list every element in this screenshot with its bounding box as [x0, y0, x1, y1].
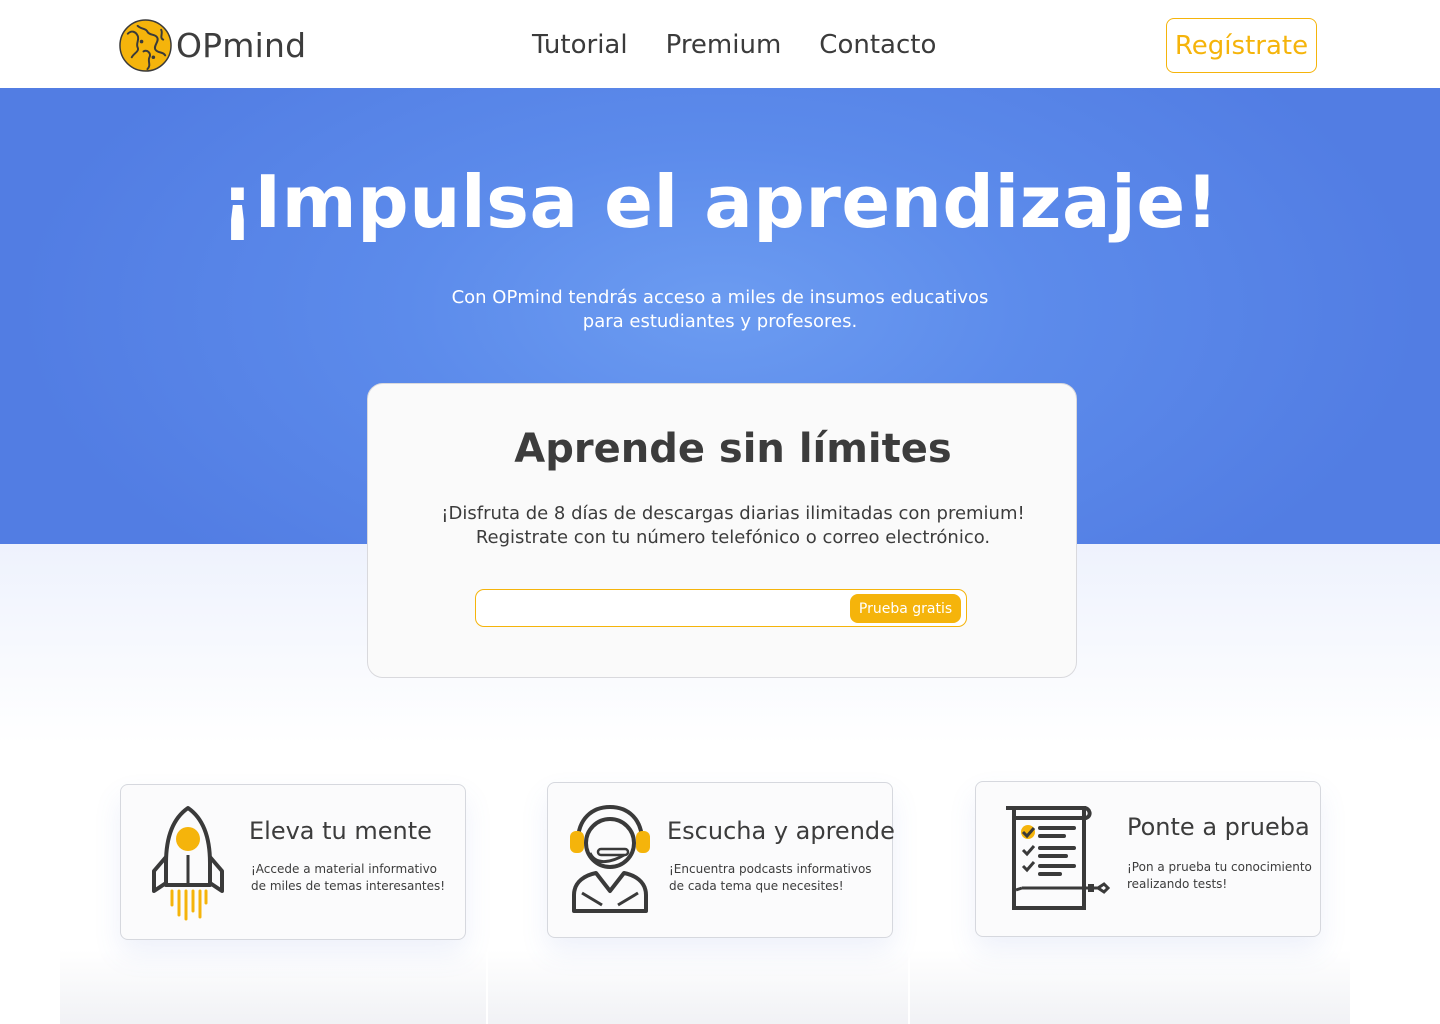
free-trial-button[interactable]: Prueba gratis: [850, 594, 961, 623]
register-button[interactable]: Regístrate: [1166, 18, 1317, 73]
nav-tutorial[interactable]: Tutorial: [532, 30, 628, 60]
feature-title-prueba: Ponte a prueba: [1127, 813, 1310, 841]
feature-text-prueba: ¡Pon a prueba tu conocimiento realizando…: [1127, 860, 1312, 891]
feature-glow-1: [60, 950, 486, 1024]
nav-premium[interactable]: Premium: [666, 30, 782, 60]
feature-glow-2: [488, 950, 908, 1024]
signup-input-group: Prueba gratis: [475, 589, 967, 627]
nav-contacto[interactable]: Contacto: [819, 30, 936, 60]
brand-logo[interactable]: OPmind: [118, 17, 306, 73]
rocket-icon: [152, 806, 224, 921]
feature-glow-3: [910, 950, 1350, 1024]
globe-icon: [119, 18, 172, 72]
brand-name: OPmind: [176, 25, 307, 65]
signup-line-2: Registrate con tu número telefónico o co…: [475, 527, 991, 548]
feature-card-prueba[interactable]: Ponte a prueba ¡Pon a prueba tu conocimi…: [975, 781, 1321, 937]
feature-card-eleva[interactable]: Eleva tu mente ¡Accede a material inform…: [120, 784, 466, 940]
headset-person-icon: [570, 805, 650, 913]
feature-title-escucha: Escucha y aprende: [667, 817, 895, 845]
landing-page: OPmind Tutorial Premium Contacto Regístr…: [0, 0, 1440, 1024]
feature-card-escucha[interactable]: Escucha y aprende ¡Encuentra podcasts in…: [547, 782, 895, 938]
feature-title-eleva: Eleva tu mente: [249, 817, 432, 845]
feature-text-eleva: ¡Accede a material informativo de miles …: [251, 862, 446, 893]
contact-input[interactable]: [486, 590, 846, 626]
feature-text-escucha: ¡Encuentra podcasts informativos de cada…: [669, 862, 872, 893]
main-nav: Tutorial Premium Contacto: [532, 30, 936, 60]
signup-description: ¡Disfruta de 8 días de descargas diarias…: [428, 502, 1038, 550]
signup-card: Aprende sin límites ¡Disfruta de 8 días …: [367, 383, 1077, 678]
site-header: OPmind Tutorial Premium Contacto Regístr…: [0, 0, 1440, 88]
checklist-scroll-icon: [1006, 806, 1110, 910]
signup-line-1: ¡Disfruta de 8 días de descargas diarias…: [441, 503, 1025, 524]
hero-subtitle: Con OPmind tendrás acceso a miles de ins…: [451, 287, 989, 332]
signup-title: Aprende sin límites: [514, 426, 952, 472]
hero-title: ¡Impulsa el aprendizaje!: [221, 160, 1219, 244]
